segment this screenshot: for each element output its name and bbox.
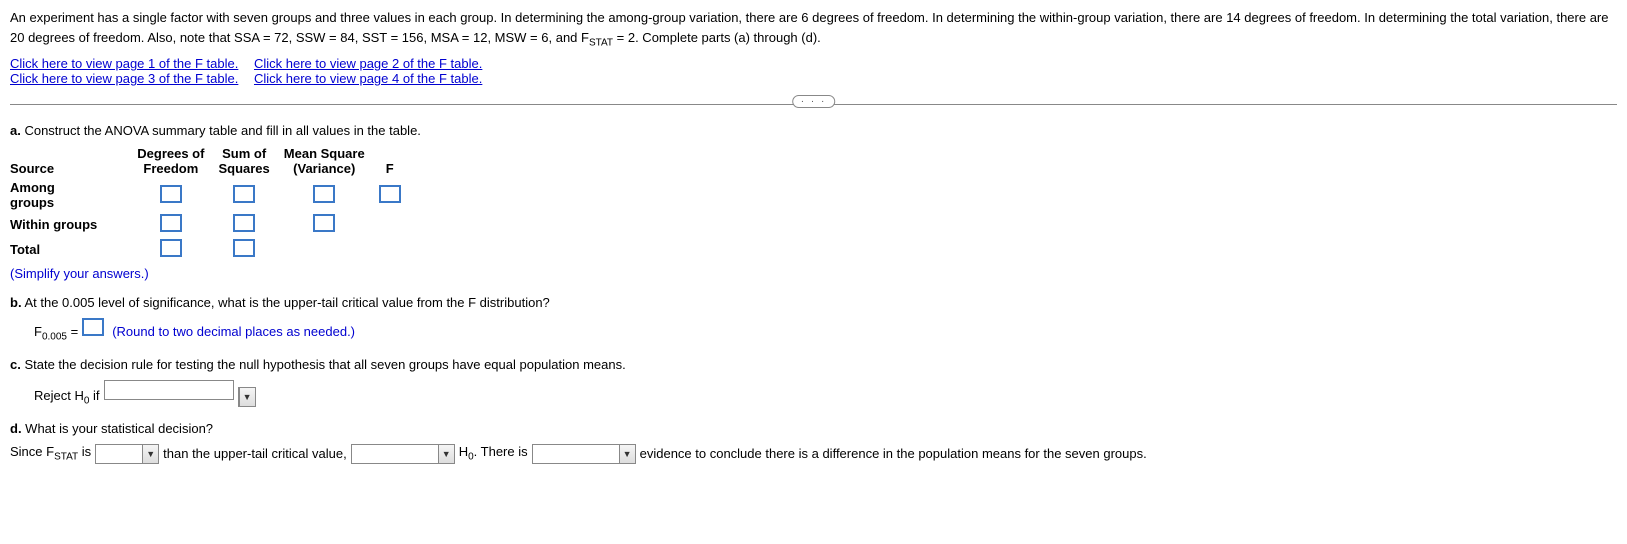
part-a-hint: (Simplify your answers.) bbox=[10, 266, 1617, 281]
input-within-ss[interactable] bbox=[233, 214, 255, 232]
link-page1[interactable]: Click here to view page 1 of the F table… bbox=[10, 56, 238, 71]
input-within-ms[interactable] bbox=[313, 214, 335, 232]
part-d-label: d. bbox=[10, 421, 22, 436]
problem-line2b: = 2. Complete parts (a) through (d). bbox=[613, 30, 821, 45]
anova-table: Source Degrees of Freedom Sum of Squares… bbox=[10, 144, 415, 262]
row-within-label: Within groups bbox=[10, 212, 137, 237]
part-b-hint: (Round to two decimal places as needed.) bbox=[112, 324, 355, 339]
row-total-label: Total bbox=[10, 237, 137, 262]
chevron-down-icon: ▼ bbox=[239, 388, 255, 406]
input-total-ss[interactable] bbox=[233, 239, 255, 257]
th-ms: Mean Square (Variance) bbox=[284, 144, 379, 178]
link-page3[interactable]: Click here to view page 3 of the F table… bbox=[10, 71, 238, 86]
row-among-label: Among groups bbox=[10, 178, 137, 212]
dropdown-decision-rule[interactable]: ▼ bbox=[238, 387, 256, 407]
part-d: d. What is your statistical decision? Si… bbox=[10, 421, 1617, 464]
th-ss: Sum of Squares bbox=[218, 144, 283, 178]
chevron-down-icon: ▼ bbox=[619, 445, 635, 463]
part-c: c. State the decision rule for testing t… bbox=[10, 357, 1617, 407]
th-f: F bbox=[379, 144, 415, 178]
input-total-df[interactable] bbox=[160, 239, 182, 257]
fstat-subscript: STAT bbox=[589, 37, 613, 48]
reject-label: Reject H0 if bbox=[34, 388, 100, 407]
input-within-df[interactable] bbox=[160, 214, 182, 232]
input-among-df[interactable] bbox=[160, 185, 182, 203]
input-among-ss[interactable] bbox=[233, 185, 255, 203]
dropdown-reject[interactable]: ▼ bbox=[351, 444, 455, 464]
link-page2[interactable]: Click here to view page 2 of the F table… bbox=[254, 56, 482, 71]
part-b: b. At the 0.005 level of significance, w… bbox=[10, 295, 1617, 343]
problem-statement: An experiment has a single factor with s… bbox=[10, 8, 1617, 50]
part-b-text: At the 0.005 level of significance, what… bbox=[22, 295, 550, 310]
f-table-links: Click here to view page 1 of the F table… bbox=[10, 56, 1617, 86]
input-f-critical[interactable] bbox=[82, 318, 104, 336]
evidence-text: evidence to conclude there is a differen… bbox=[640, 446, 1147, 461]
link-page4[interactable]: Click here to view page 4 of the F table… bbox=[254, 71, 482, 86]
dropdown-evidence[interactable]: ▼ bbox=[532, 444, 636, 464]
th-df: Degrees of Freedom bbox=[137, 144, 218, 178]
since-label: Since FSTAT is bbox=[10, 444, 91, 463]
than-text: than the upper-tail critical value, bbox=[163, 446, 347, 461]
chevron-down-icon: ▼ bbox=[438, 445, 454, 463]
part-b-label: b. bbox=[10, 295, 22, 310]
problem-line1: An experiment has a single factor with s… bbox=[10, 10, 1609, 25]
th-source: Source bbox=[10, 144, 137, 178]
input-among-f[interactable] bbox=[379, 185, 401, 203]
part-d-text: What is your statistical decision? bbox=[22, 421, 213, 436]
part-a-label: a. bbox=[10, 123, 21, 138]
input-decision-rule[interactable] bbox=[104, 380, 234, 400]
part-a: a. Construct the ANOVA summary table and… bbox=[10, 123, 1617, 281]
part-a-text: Construct the ANOVA summary table and fi… bbox=[21, 123, 421, 138]
dropdown-compare[interactable]: ▼ bbox=[95, 444, 159, 464]
problem-line2a: 20 degrees of freedom. Also, note that S… bbox=[10, 30, 589, 45]
part-c-label: c. bbox=[10, 357, 21, 372]
chevron-down-icon: ▼ bbox=[142, 445, 158, 463]
expand-badge[interactable]: · · · bbox=[792, 95, 836, 108]
input-among-ms[interactable] bbox=[313, 185, 335, 203]
h0-text: H0. There is bbox=[459, 444, 528, 463]
section-divider: · · · bbox=[10, 104, 1617, 105]
f-label: F0.005 = bbox=[34, 324, 78, 343]
part-c-text: State the decision rule for testing the … bbox=[21, 357, 626, 372]
